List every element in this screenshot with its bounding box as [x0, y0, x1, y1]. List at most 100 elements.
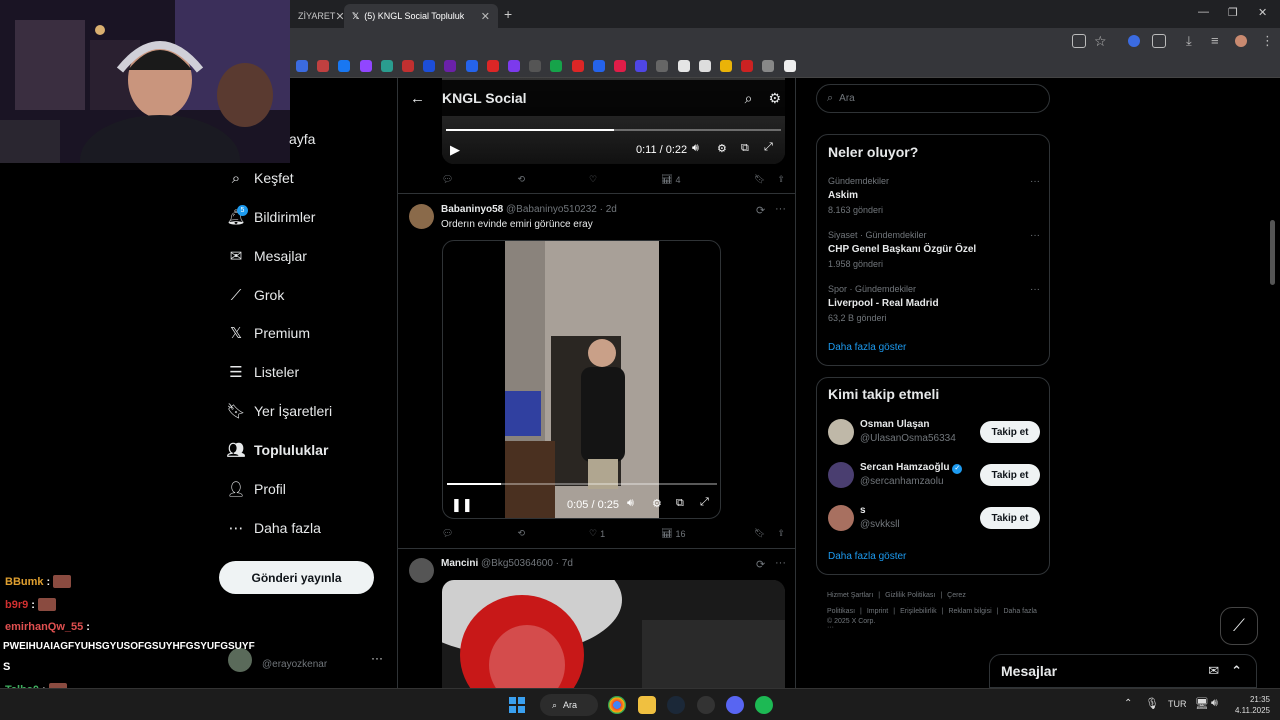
kebab-menu-icon[interactable]: ⋮	[1261, 33, 1274, 49]
trend-more-icon[interactable]: ···	[1030, 176, 1040, 187]
sidebar-item-list[interactable]: ☰ Listeler	[228, 364, 299, 381]
trend-more-icon[interactable]: ···	[1030, 230, 1040, 241]
follow-button[interactable]: Takip et	[980, 464, 1040, 486]
bookmark-favicon-icon[interactable]	[529, 60, 542, 72]
profile-avatar[interactable]	[1235, 35, 1247, 47]
trend-item[interactable]: Gündemdekiler Askim 8.163 gönderi ···	[828, 176, 1040, 215]
bookmark-favicon-icon[interactable]	[656, 60, 669, 72]
close-window-button[interactable]: ✕	[1258, 6, 1267, 19]
post-media[interactable]	[442, 580, 785, 688]
settings-icon[interactable]: ⚙	[768, 90, 781, 107]
trend-item[interactable]: Spor · Gündemdekiler Liverpool - Real Ma…	[828, 284, 1040, 323]
bookmark-favicon-icon[interactable]	[444, 60, 457, 72]
browser-tab[interactable]: ZİYARET ✕	[290, 4, 345, 28]
like-icon[interactable]: ♡	[589, 528, 597, 539]
tray-chevron-icon[interactable]: ⌃	[1124, 698, 1132, 709]
maximize-button[interactable]: ❐	[1228, 6, 1238, 19]
sidebar-item-search[interactable]: ⌕ Keşfet	[228, 170, 294, 187]
footer-link[interactable]: Imprint	[867, 608, 888, 615]
post-avatar[interactable]	[409, 558, 434, 583]
chrome-icon[interactable]	[608, 696, 626, 714]
video-progress-track[interactable]	[447, 483, 717, 485]
settings-icon[interactable]: ⚙	[652, 497, 662, 510]
discord-icon[interactable]	[726, 696, 744, 714]
file-explorer-icon[interactable]	[638, 696, 656, 714]
bookmark-favicon-icon[interactable]	[635, 60, 648, 72]
sidebar-item-person[interactable]: 👤︎ Profil	[226, 481, 285, 498]
close-tab-icon[interactable]: ✕	[481, 10, 490, 23]
views-icon[interactable]: 📊︎	[661, 174, 672, 185]
post-author[interactable]: Babaninyo58	[441, 204, 503, 215]
footer-link[interactable]: Erişilebilirlik	[900, 608, 937, 615]
bookmark-favicon-icon[interactable]	[614, 60, 626, 72]
post-more-icon[interactable]: ···	[775, 557, 786, 569]
settings-icon[interactable]: ⚙	[717, 142, 727, 155]
trends-show-more-link[interactable]: Daha fazla göster	[828, 342, 906, 353]
follow-show-more-link[interactable]: Daha fazla göster	[828, 551, 906, 562]
play-icon[interactable]: ▶	[450, 142, 460, 158]
bookmark-icon[interactable]: 🔖︎	[754, 174, 765, 185]
footer-link[interactable]: Gizlilik Politikası	[885, 592, 935, 599]
browser-tab-active[interactable]: 𝕏 (5) KNGL Social Topluluk / X ✕	[344, 4, 498, 28]
like-icon[interactable]: ♡	[589, 174, 597, 185]
sidebar-item-mail[interactable]: ✉ Mesajlar	[228, 248, 307, 265]
sidebar-item-more-circle[interactable]: ⋯ Daha fazla	[228, 520, 321, 537]
network-icon[interactable]: 🖥︎	[1195, 697, 1209, 710]
pip-icon[interactable]: ⧉	[676, 497, 684, 510]
bookmark-favicon-icon[interactable]	[677, 60, 690, 72]
footer-link[interactable]: Reklam bilgisi	[948, 608, 991, 615]
views-icon[interactable]: 📊︎	[661, 528, 672, 539]
microphone-icon[interactable]: 🎙︎	[1145, 697, 1159, 710]
clock[interactable]: 21:35 4.11.2025	[1226, 694, 1270, 716]
search-input[interactable]: Ara	[839, 93, 855, 104]
menu-list-icon[interactable]: ≡	[1211, 33, 1219, 48]
pip-icon[interactable]: ⧉	[741, 142, 749, 155]
fullscreen-icon[interactable]: ⤢	[700, 496, 709, 509]
extension-icon[interactable]	[1128, 35, 1140, 47]
taskbar-search[interactable]: ⌕ Ara	[540, 694, 598, 716]
windows-start-icon[interactable]	[509, 697, 525, 713]
video-progress-track[interactable]	[446, 129, 781, 131]
grok-icon[interactable]: ⟳	[756, 558, 765, 571]
follow-button[interactable]: Takip et	[980, 421, 1040, 443]
bookmark-favicon-icon[interactable]	[359, 60, 372, 72]
reply-icon[interactable]: 💬︎	[442, 528, 453, 539]
minimize-button[interactable]: —	[1198, 6, 1209, 18]
language-indicator[interactable]: TUR	[1168, 699, 1187, 709]
search-box[interactable]: ⌕ Ara	[816, 84, 1050, 113]
bookmark-favicon-icon[interactable]	[783, 60, 796, 72]
cast-icon[interactable]	[1072, 34, 1086, 48]
expand-icon[interactable]: ⌃	[1231, 663, 1242, 679]
sidebar-item-x-logo[interactable]: 𝕏 Premium	[228, 325, 310, 342]
fullscreen-icon[interactable]: ⤢	[764, 141, 773, 154]
volume-icon[interactable]: 🔊︎	[627, 497, 634, 510]
reply-icon[interactable]: 💬︎	[442, 174, 453, 185]
puzzle-icon[interactable]	[1152, 34, 1166, 48]
grok-icon[interactable]: ⟳	[756, 204, 765, 217]
bookmark-favicon-icon[interactable]	[296, 60, 308, 72]
sidebar-item-bookmark[interactable]: 🔖︎ Yer İşaretleri	[226, 403, 332, 420]
bookmark-favicon-icon[interactable]	[741, 60, 754, 72]
bookmark-favicon-icon[interactable]	[486, 60, 499, 72]
messages-dock[interactable]: Mesajlar ✉ ⌃	[989, 654, 1257, 688]
steam-icon[interactable]	[667, 696, 685, 714]
search-icon[interactable]: ⌕	[745, 90, 753, 107]
bookmark-favicon-icon[interactable]	[317, 60, 330, 72]
share-icon[interactable]: ⇪	[777, 528, 785, 539]
user-avatar[interactable]	[828, 419, 854, 445]
bookmark-favicon-icon[interactable]	[380, 60, 393, 72]
bookmark-favicon-icon[interactable]	[571, 60, 584, 72]
app-icon[interactable]	[697, 696, 715, 714]
bookmark-favicon-icon[interactable]	[402, 60, 414, 72]
scrollbar-thumb[interactable]	[1270, 220, 1275, 285]
new-message-icon[interactable]: ✉	[1208, 663, 1219, 679]
repost-icon[interactable]: ⟲	[517, 528, 525, 539]
user-avatar[interactable]	[828, 462, 854, 488]
bookmark-favicon-icon[interactable]	[550, 60, 563, 72]
bookmark-favicon-icon[interactable]	[698, 60, 711, 72]
bookmark-icon[interactable]: 🔖︎	[754, 528, 765, 539]
volume-icon[interactable]: 🔊︎	[1211, 697, 1218, 710]
follow-suggestion[interactable]: s @svkksll Takip et	[828, 504, 1040, 534]
bookmark-favicon-icon[interactable]	[592, 60, 605, 72]
bookmark-favicon-icon[interactable]	[720, 60, 732, 72]
